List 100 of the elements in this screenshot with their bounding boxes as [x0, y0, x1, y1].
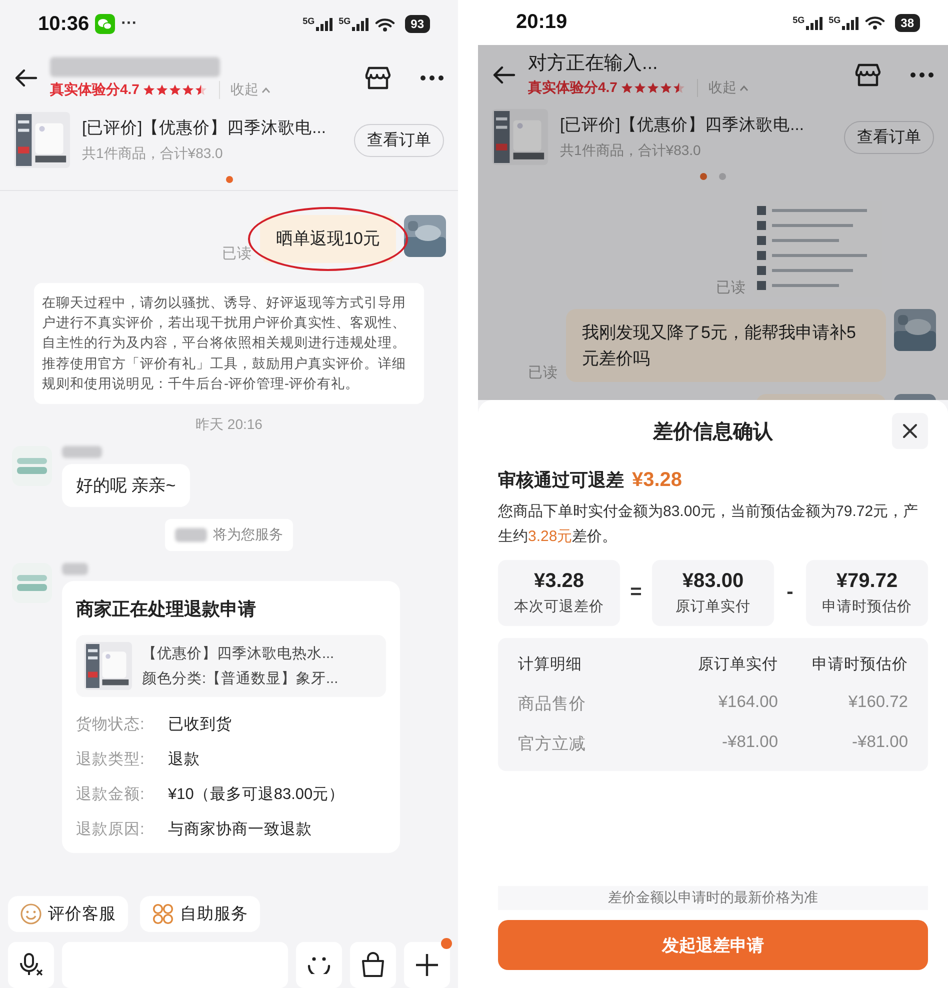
- refund-amount: ¥3.28: [632, 469, 682, 492]
- message-time: 昨天 20:16: [194, 416, 264, 434]
- blurred-name: [62, 446, 102, 458]
- table-header: 计算明细: [518, 654, 583, 674]
- table-cell-text: 商品售价: [518, 694, 587, 714]
- battery-indicator: 93: [404, 15, 430, 33]
- table-cell-text: -¥81.00: [721, 732, 778, 752]
- price-value: ¥79.72: [836, 570, 898, 592]
- price-label: 原订单实付: [676, 598, 750, 616]
- refund-headline: 审核通过可退差: [498, 469, 624, 492]
- star-icon: [634, 82, 646, 94]
- price-value: ¥3.28: [534, 570, 584, 592]
- system-text: 将为您服务: [213, 526, 283, 544]
- table-cell-text: -¥81.00: [851, 732, 908, 752]
- wifi-icon: [374, 16, 395, 32]
- star-icon: [647, 82, 660, 94]
- bag-icon: [359, 951, 387, 979]
- price-description: 您商品下单时实付金额为83.00元，当前预估金额为79.72元，产生约3.28元差价。: [498, 502, 920, 547]
- grid-icon: [152, 903, 174, 925]
- store-icon[interactable]: [364, 64, 392, 92]
- view-order-button[interactable]: 查看订单: [844, 120, 934, 154]
- rating-score: 真实体验分4.7: [528, 79, 618, 97]
- product-title: 【优惠价】四季沐歌电热水...: [142, 645, 336, 664]
- network-label: 5G: [338, 17, 351, 26]
- rating-score: 真实体验分4.7: [50, 81, 140, 99]
- back-arrow-icon[interactable]: [14, 68, 38, 88]
- table-cell-text: 官方立减: [518, 734, 587, 754]
- operator-sign: =: [629, 581, 643, 604]
- rate-service-button[interactable]: 评价客服: [8, 896, 128, 932]
- read-receipt: 已读: [528, 364, 558, 382]
- field-label: 货物状态:: [76, 715, 146, 736]
- price-value: ¥83.00: [682, 570, 744, 592]
- wifi-icon: [864, 15, 885, 30]
- product-title: [已评价]【优惠价】四季沐歌电...: [82, 118, 327, 139]
- signal-icon: [314, 17, 333, 31]
- field-value: 与商家协商一致退款: [168, 820, 312, 840]
- network-label: 5G: [302, 17, 315, 26]
- network-label: 5G: [792, 16, 805, 24]
- smiley-icon: [20, 903, 42, 925]
- refund-card-title: 商家正在处理退款申请: [76, 598, 257, 622]
- chevron-up-icon: [261, 86, 272, 94]
- star-icon: [673, 82, 686, 94]
- more-icon[interactable]: [420, 75, 444, 81]
- field-value: 已收到货: [168, 715, 232, 736]
- close-icon: [901, 422, 919, 440]
- table-header: 申请时预估价: [811, 654, 908, 674]
- avatar: [12, 446, 52, 486]
- field-label: 退款金额:: [76, 785, 146, 806]
- star-icon: [156, 84, 168, 96]
- self-service-button[interactable]: 自助服务: [140, 896, 260, 932]
- read-receipt: 已读: [716, 279, 746, 297]
- shop-button[interactable]: [350, 942, 396, 988]
- star-icon: [169, 84, 182, 96]
- battery-indicator: 38: [894, 14, 920, 32]
- chevron-up-icon: [739, 84, 750, 92]
- voice-button[interactable]: [8, 942, 54, 988]
- chat-status-title: 对方正在输入...: [528, 53, 659, 75]
- signal-icon: [350, 17, 369, 31]
- star-icon: [182, 84, 194, 96]
- table-header: 原订单实付: [697, 654, 778, 674]
- status-time: 20:19: [516, 11, 568, 34]
- smile-icon: [305, 956, 333, 974]
- more-icon[interactable]: [910, 72, 934, 78]
- store-icon[interactable]: [854, 61, 882, 89]
- price-note: 差价金额以申请时的最新价格为准: [498, 886, 928, 910]
- price-label: 本次可退差价: [514, 598, 604, 616]
- status-time: 10:36: [38, 12, 90, 36]
- message-bubble: 晒单返现10元: [260, 215, 396, 262]
- signal-icon: [804, 16, 823, 30]
- avatar: [894, 309, 936, 351]
- read-receipt: 已读: [222, 244, 252, 262]
- order-summary: 共1件商品，合计¥83.0: [82, 145, 224, 163]
- operator-sign: -: [786, 581, 794, 604]
- field-value: ¥10（最多可退83.00元）: [168, 785, 345, 806]
- field-label: 退款类型:: [76, 750, 146, 770]
- star-icon: [660, 82, 672, 94]
- table-cell-text: ¥160.72: [847, 692, 908, 712]
- view-order-button[interactable]: 查看订单: [354, 124, 444, 156]
- emoji-button[interactable]: [296, 942, 342, 988]
- signal-icon: [840, 16, 859, 30]
- plus-icon: [414, 952, 440, 978]
- price-label: 申请时预估价: [822, 598, 912, 616]
- sheet-title: 差价信息确认: [652, 420, 774, 444]
- star-icon: [195, 84, 208, 96]
- avatar: [12, 563, 52, 604]
- message-bubble: 好的呢 亲亲~: [62, 464, 190, 508]
- network-label: 5G: [828, 16, 841, 24]
- policy-notice: 在聊天过程中，请勿以骚扰、诱导、好评返现等方式引导用户进行不真实评价，若出现干扰用户评价真实性、客观性、自主性的行为及内容，平台将依照相关规则进行违规处理。推荐使用官方「评价有礼」工具，鼓励用户真实评价。详细规则和使用说明见：千牛后台-评价管理-评价有礼。: [34, 282, 424, 404]
- avatar: [404, 215, 446, 257]
- field-label: 退款原因:: [76, 820, 146, 840]
- field-value: 退款: [168, 750, 200, 770]
- microphone-icon: [18, 952, 44, 978]
- star-icon: [621, 82, 634, 94]
- product-title: [已评价]【优惠价】四季沐歌电...: [560, 115, 805, 136]
- back-arrow-icon[interactable]: [492, 65, 516, 85]
- order-summary: 共1件商品，合计¥83.0: [560, 142, 702, 160]
- blurred-name: [175, 528, 207, 542]
- star-icon: [143, 84, 156, 96]
- message-bubble: 我刚发现又降了5元，能帮我申请补5元差价吗: [566, 309, 886, 382]
- close-button[interactable]: [892, 413, 928, 449]
